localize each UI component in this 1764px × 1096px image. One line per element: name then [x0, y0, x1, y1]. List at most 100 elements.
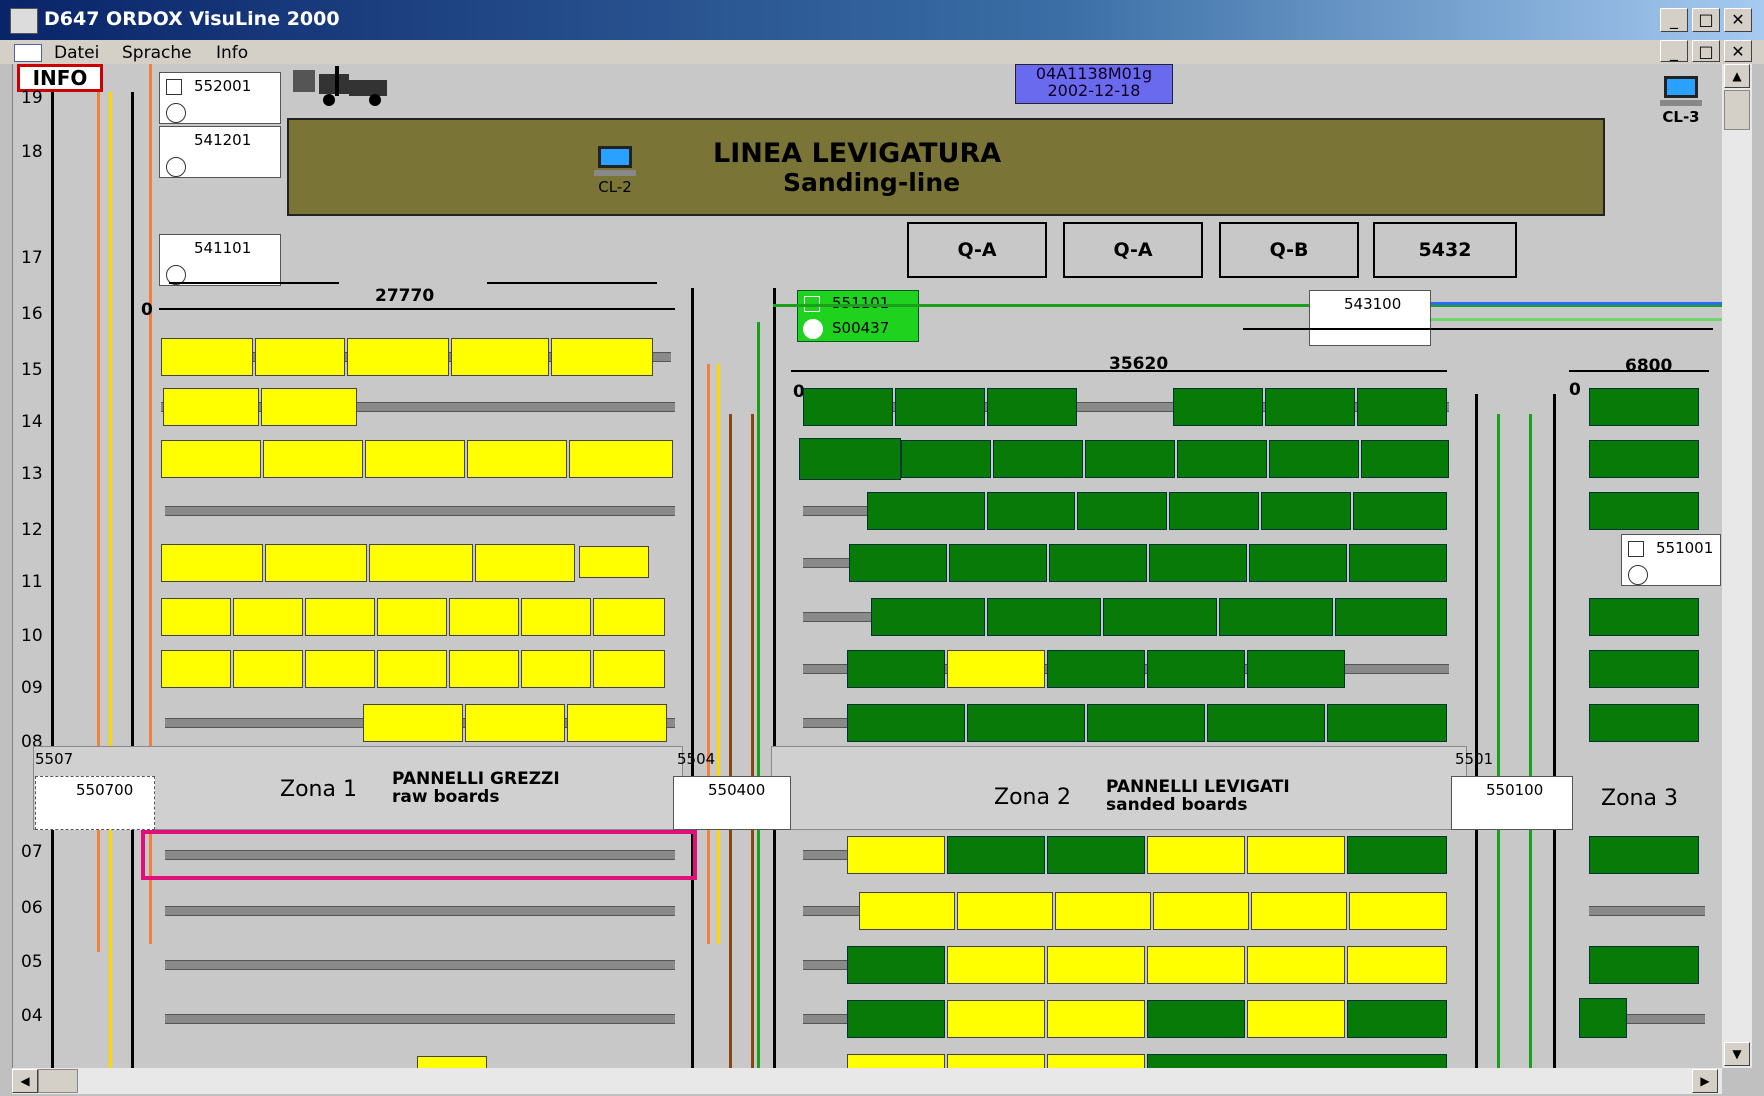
raw-board[interactable]	[947, 1000, 1045, 1038]
menu-info[interactable]: Info	[216, 43, 248, 63]
doc-close-button[interactable]: ✕	[1724, 40, 1752, 62]
raw-board[interactable]	[369, 544, 473, 582]
sanded-board[interactable]	[1077, 492, 1167, 530]
raw-board[interactable]	[161, 650, 231, 688]
forklift-icon[interactable]	[291, 64, 391, 108]
raw-board[interactable]	[377, 598, 447, 636]
raw-board[interactable]	[1247, 946, 1345, 984]
raw-board[interactable]	[161, 440, 261, 478]
sanded-board[interactable]	[1589, 704, 1699, 742]
raw-board[interactable]	[1147, 836, 1245, 874]
sanded-board[interactable]	[1347, 1000, 1447, 1038]
sanded-board[interactable]	[1353, 492, 1447, 530]
raw-board[interactable]	[1153, 892, 1249, 930]
sanded-board[interactable]	[847, 946, 945, 984]
horizontal-scrollbar[interactable]: ◀ ▶	[12, 1068, 1722, 1094]
sanded-board[interactable]	[1173, 388, 1263, 426]
raw-board[interactable]	[569, 440, 673, 478]
raw-board[interactable]	[305, 650, 375, 688]
sanded-board[interactable]	[1265, 388, 1355, 426]
sanded-board[interactable]	[987, 598, 1101, 636]
sanded-board[interactable]	[993, 440, 1083, 478]
raw-board[interactable]	[161, 598, 231, 636]
sanded-board[interactable]	[849, 544, 947, 582]
raw-board[interactable]	[593, 650, 665, 688]
scroll-thumb[interactable]	[1724, 90, 1750, 130]
sanded-board[interactable]	[967, 704, 1085, 742]
sanded-board[interactable]	[895, 388, 985, 426]
raw-board[interactable]	[451, 338, 549, 376]
raw-board[interactable]	[465, 704, 565, 742]
sanded-board[interactable]	[867, 492, 985, 530]
scroll-left-icon[interactable]: ◀	[12, 1069, 38, 1093]
maximize-button[interactable]: □	[1692, 8, 1720, 32]
vertical-scrollbar[interactable]: ▲ ▼	[1722, 64, 1752, 1068]
raw-board[interactable]	[551, 338, 653, 376]
raw-board[interactable]	[1047, 1000, 1145, 1038]
sanded-board[interactable]	[1087, 704, 1205, 742]
sanded-board[interactable]	[1589, 650, 1699, 688]
raw-board[interactable]	[305, 598, 375, 636]
raw-board[interactable]	[449, 650, 519, 688]
sanded-board[interactable]	[799, 438, 901, 480]
raw-board[interactable]	[579, 546, 649, 578]
sanded-board[interactable]	[1249, 544, 1347, 582]
sensor-block[interactable]: 552001	[159, 72, 281, 124]
raw-board[interactable]	[957, 892, 1053, 930]
sensor-block[interactable]: 541201	[159, 126, 281, 178]
menu-datei[interactable]: Datei	[54, 43, 99, 63]
raw-board[interactable]	[467, 440, 567, 478]
sanded-board[interactable]	[803, 388, 893, 426]
raw-board[interactable]	[417, 1056, 487, 1068]
sanded-board[interactable]	[1147, 1000, 1245, 1038]
menu-sprache[interactable]: Sprache	[122, 43, 192, 63]
sanded-board[interactable]	[1147, 650, 1245, 688]
quality-box-qb[interactable]: Q-B	[1219, 222, 1359, 278]
sanded-board[interactable]	[1047, 650, 1145, 688]
raw-board[interactable]	[1251, 892, 1347, 930]
sanded-board[interactable]	[1269, 440, 1359, 478]
scroll-down-icon[interactable]: ▼	[1724, 1042, 1750, 1066]
raw-board[interactable]	[947, 946, 1045, 984]
raw-board[interactable]	[365, 440, 465, 478]
raw-board[interactable]	[263, 440, 363, 478]
sanded-board[interactable]	[901, 440, 991, 478]
raw-board[interactable]	[233, 650, 303, 688]
scroll-thumb[interactable]	[38, 1069, 78, 1093]
sensor-block[interactable]: 543100	[1309, 290, 1431, 346]
sanded-board[interactable]	[1579, 998, 1627, 1038]
raw-board[interactable]	[593, 598, 665, 636]
raw-board[interactable]	[261, 388, 357, 426]
sanded-board[interactable]	[1327, 704, 1447, 742]
raw-board[interactable]	[347, 338, 449, 376]
raw-board[interactable]	[847, 1054, 945, 1068]
raw-board[interactable]	[233, 598, 303, 636]
quality-box-5432[interactable]: 5432	[1373, 222, 1517, 278]
sanded-board[interactable]	[1335, 598, 1447, 636]
sanded-board[interactable]	[1085, 440, 1175, 478]
raw-board[interactable]	[161, 338, 253, 376]
sensor-block[interactable]: 550400	[673, 776, 791, 830]
raw-board[interactable]	[947, 650, 1045, 688]
raw-board[interactable]	[265, 544, 367, 582]
sanded-board[interactable]	[1049, 544, 1147, 582]
sanded-board[interactable]	[1147, 1054, 1447, 1068]
sensor-block[interactable]: 550700	[35, 776, 155, 830]
raw-board[interactable]	[1055, 892, 1151, 930]
doc-minimize-button[interactable]: _	[1660, 40, 1688, 62]
raw-board[interactable]	[1047, 1054, 1145, 1068]
document-icon[interactable]	[14, 44, 42, 62]
raw-board[interactable]	[521, 598, 591, 636]
close-button[interactable]: ✕	[1724, 8, 1752, 32]
app-icon[interactable]	[10, 8, 38, 34]
raw-board[interactable]	[449, 598, 519, 636]
raw-board[interactable]	[475, 544, 575, 582]
sensor-block[interactable]: 551001	[1621, 534, 1721, 586]
sanded-board[interactable]	[847, 1000, 945, 1038]
minimize-button[interactable]: _	[1660, 8, 1688, 32]
raw-board[interactable]	[255, 338, 345, 376]
sanded-board[interactable]	[1149, 544, 1247, 582]
sanded-board[interactable]	[1589, 388, 1699, 426]
sanded-board[interactable]	[949, 544, 1047, 582]
sanded-board[interactable]	[987, 388, 1077, 426]
